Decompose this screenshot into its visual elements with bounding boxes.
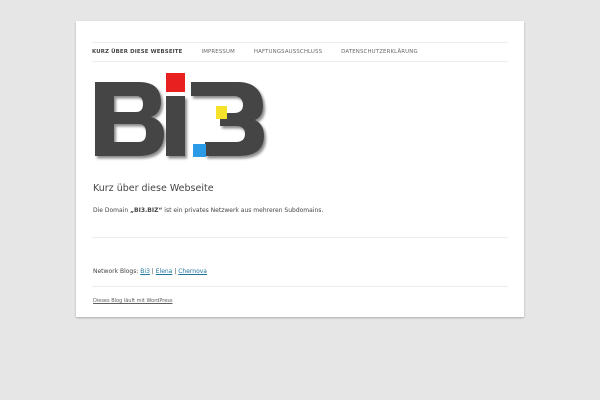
logo-letter-b	[95, 82, 164, 156]
entry-content: Die Domain „BI3.BIZ“ ist ein privates Ne…	[93, 207, 323, 214]
nav-item-kurz-ueber[interactable]: KURZ ÜBER DIESE WEBSEITE	[92, 49, 182, 55]
footer-wordpress-link[interactable]: Dieses Blog läuft mit WordPress	[93, 298, 173, 304]
nav-item-impressum[interactable]: IMPRESSUM	[201, 49, 234, 55]
page-container: KURZ ÜBER DIESE WEBSEITE IMPRESSUM HAFTU…	[76, 21, 524, 317]
entry-text-domain: „BI3.BIZ“	[130, 207, 163, 214]
network-label: Network Blogs:	[93, 268, 141, 275]
network-blogs: Network Blogs: Bi3 | Elena | Chernova	[93, 268, 207, 275]
network-link-elena[interactable]: Elena	[156, 268, 173, 275]
nav-item-haftungsausschluss[interactable]: HAFTUNGSAUSSCHLUSS	[254, 49, 322, 55]
logo-blue-square	[193, 144, 206, 157]
logo-red-square	[166, 73, 185, 92]
footer-divider	[92, 286, 508, 287]
content-divider	[92, 237, 508, 238]
logo-letter-i	[166, 96, 185, 156]
logo-yellow-square	[216, 106, 227, 119]
entry-text-after: ist ein privates Netzwerk aus mehreren S…	[162, 207, 324, 214]
entry-text-before: Die Domain	[93, 207, 131, 214]
bi3-logo[interactable]	[93, 72, 272, 164]
nav-item-datenschutzerklaerung[interactable]: DATENSCHUTZERKLÄRUNG	[341, 49, 418, 55]
network-link-chernova[interactable]: Chernova	[178, 268, 207, 275]
network-link-bi3[interactable]: Bi3	[140, 268, 150, 275]
main-navigation: KURZ ÜBER DIESE WEBSEITE IMPRESSUM HAFTU…	[92, 42, 508, 62]
entry-title[interactable]: Kurz über diese Webseite	[93, 183, 214, 194]
